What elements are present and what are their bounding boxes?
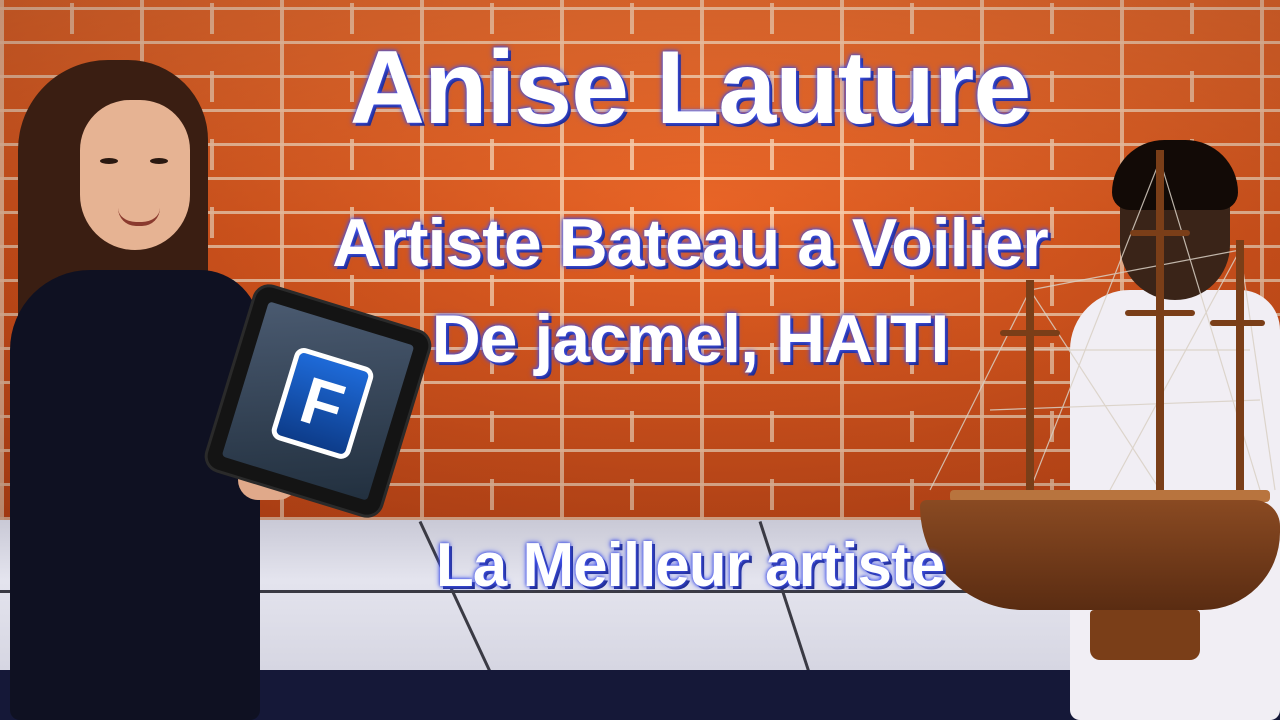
- ship-mast: [1236, 240, 1244, 500]
- woman-jacket: [10, 270, 260, 720]
- ship-mast: [1156, 150, 1164, 500]
- woman-face: [80, 100, 190, 250]
- ship-yard: [1210, 320, 1265, 326]
- subtitle-location: De jacmel, HAITI: [431, 301, 950, 377]
- woman-eye: [100, 158, 118, 164]
- woman-eye: [150, 158, 168, 164]
- artist-name-title: Anise Lauture: [349, 30, 1031, 146]
- thumbnail-scene: F Anise Lauture Artiste Bateau a Voilier…: [0, 0, 1280, 720]
- ship-stand: [1090, 610, 1200, 660]
- tagline: La Meilleur artiste: [435, 531, 945, 600]
- subtitle-profession: Artiste Bateau a Voilier: [332, 205, 1048, 281]
